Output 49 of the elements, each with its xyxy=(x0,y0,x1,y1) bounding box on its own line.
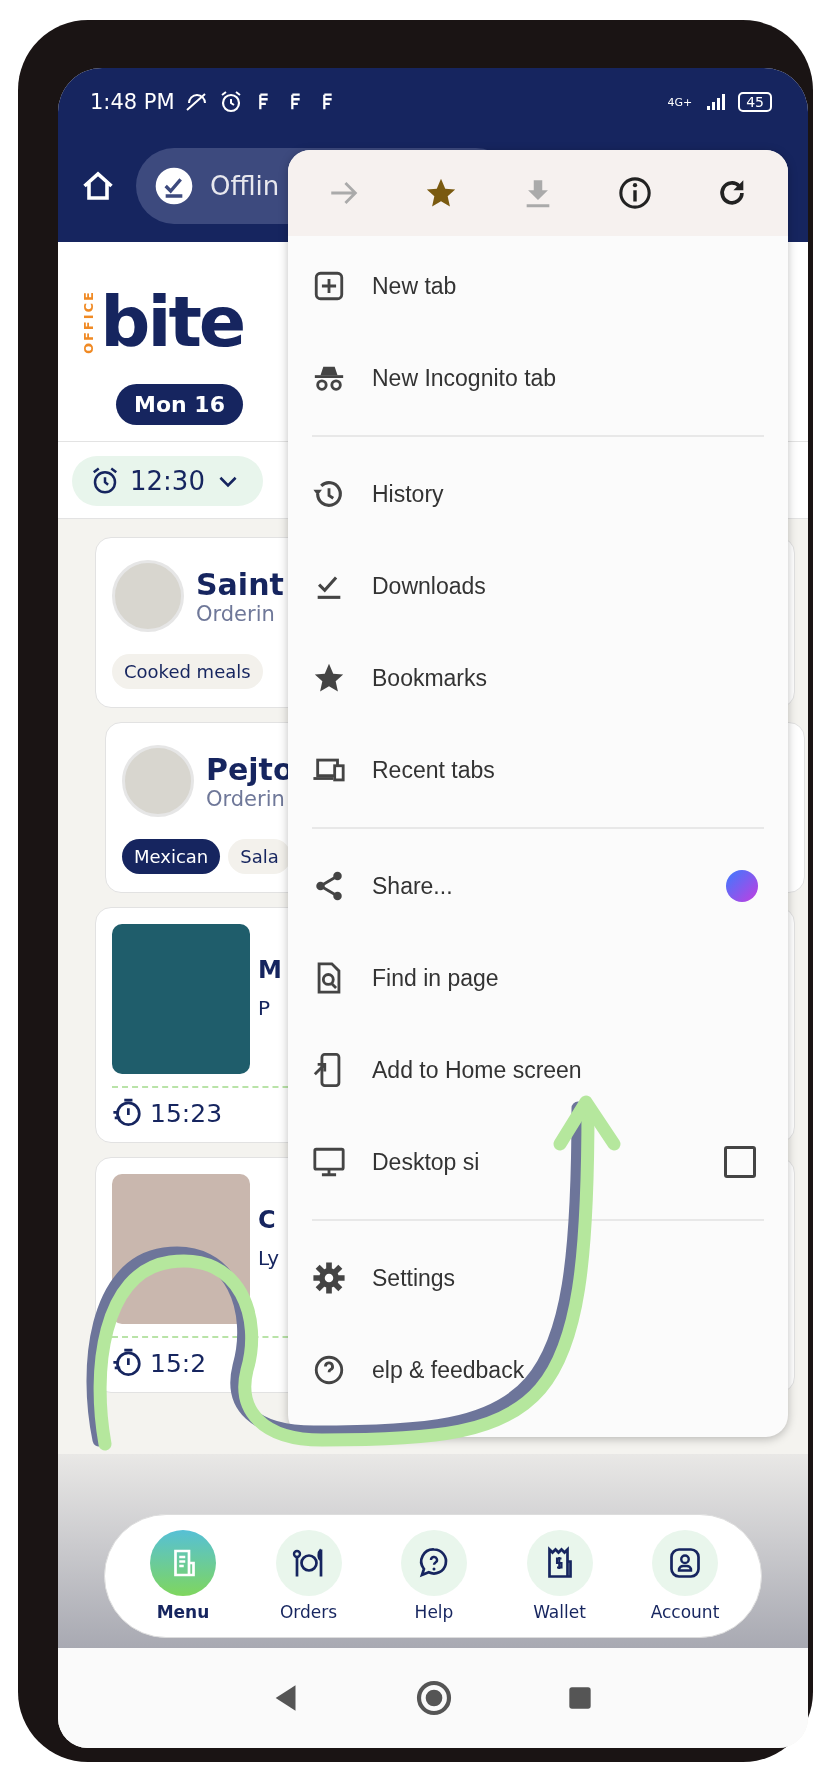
alarm-clock-icon xyxy=(90,466,120,496)
menu-item[interactable]: New tab xyxy=(312,240,764,332)
network-label: 4G+ xyxy=(667,95,693,109)
clock-time: 1:48 PM xyxy=(90,90,175,114)
menu-item[interactable]: Settings xyxy=(312,1232,764,1324)
meal-info: Ly xyxy=(258,1246,280,1270)
nav-tab[interactable]: Help xyxy=(384,1529,484,1623)
menu-item[interactable]: History xyxy=(312,448,764,540)
menu-item[interactable]: Recent tabs xyxy=(312,724,764,816)
account-icon xyxy=(667,1545,703,1581)
battery-level: 45 xyxy=(738,92,772,112)
plus-icon xyxy=(312,269,346,303)
desktop-icon xyxy=(312,1145,346,1179)
logo: OFFICE bite xyxy=(82,280,245,364)
menu-item[interactable]: Share... xyxy=(312,840,764,932)
menu-item[interactable]: Downloads xyxy=(312,540,764,632)
menu-item[interactable]: Desktop si xyxy=(312,1116,764,1208)
nav-tab[interactable]: Orders xyxy=(258,1529,359,1623)
menu-item[interactable]: New Incognito tab xyxy=(312,332,764,424)
timer-icon xyxy=(112,1348,142,1378)
date-chip[interactable]: Mon 16 xyxy=(116,384,243,425)
meal-title: C xyxy=(258,1206,277,1234)
restaurant-name: Saint xyxy=(196,566,284,602)
ordering-status: Orderin xyxy=(206,786,286,811)
time-dropdown[interactable]: 12:30 xyxy=(72,456,263,506)
nav-tab[interactable]: Menu xyxy=(133,1529,233,1623)
help-icon xyxy=(312,1353,346,1387)
home-button-icon xyxy=(414,1678,454,1718)
pickup-time: 15:2 xyxy=(150,1348,207,1378)
menu-item[interactable]: Add to Home screen xyxy=(312,1024,764,1116)
offline-check-icon xyxy=(154,166,194,206)
restaurant-name: Pejto xyxy=(206,751,294,787)
menu-item[interactable]: elp & feedback xyxy=(312,1324,764,1416)
menu-item[interactable]: Bookmarks xyxy=(312,632,764,724)
nav-tab[interactable]: Wallet xyxy=(509,1529,610,1623)
cuisine-tag[interactable]: Cooked meals xyxy=(112,654,263,689)
cuisine-tag[interactable]: Sala xyxy=(228,839,291,874)
messenger-app-icon[interactable] xyxy=(726,870,758,902)
checkbox[interactable] xyxy=(724,1146,756,1178)
cuisine-tag[interactable]: Mexican xyxy=(122,839,221,874)
meal-title: M xyxy=(258,956,282,984)
timer-icon xyxy=(112,1098,142,1128)
pickup-time: 15:23 xyxy=(150,1098,223,1128)
gear-icon xyxy=(312,1261,346,1295)
ordering-status: Orderin xyxy=(196,601,276,626)
meal-info: P xyxy=(258,996,272,1020)
nav-tab[interactable]: Account xyxy=(635,1529,735,1623)
mute-icon xyxy=(184,90,209,114)
menu-item[interactable]: Find in page xyxy=(312,932,764,1024)
